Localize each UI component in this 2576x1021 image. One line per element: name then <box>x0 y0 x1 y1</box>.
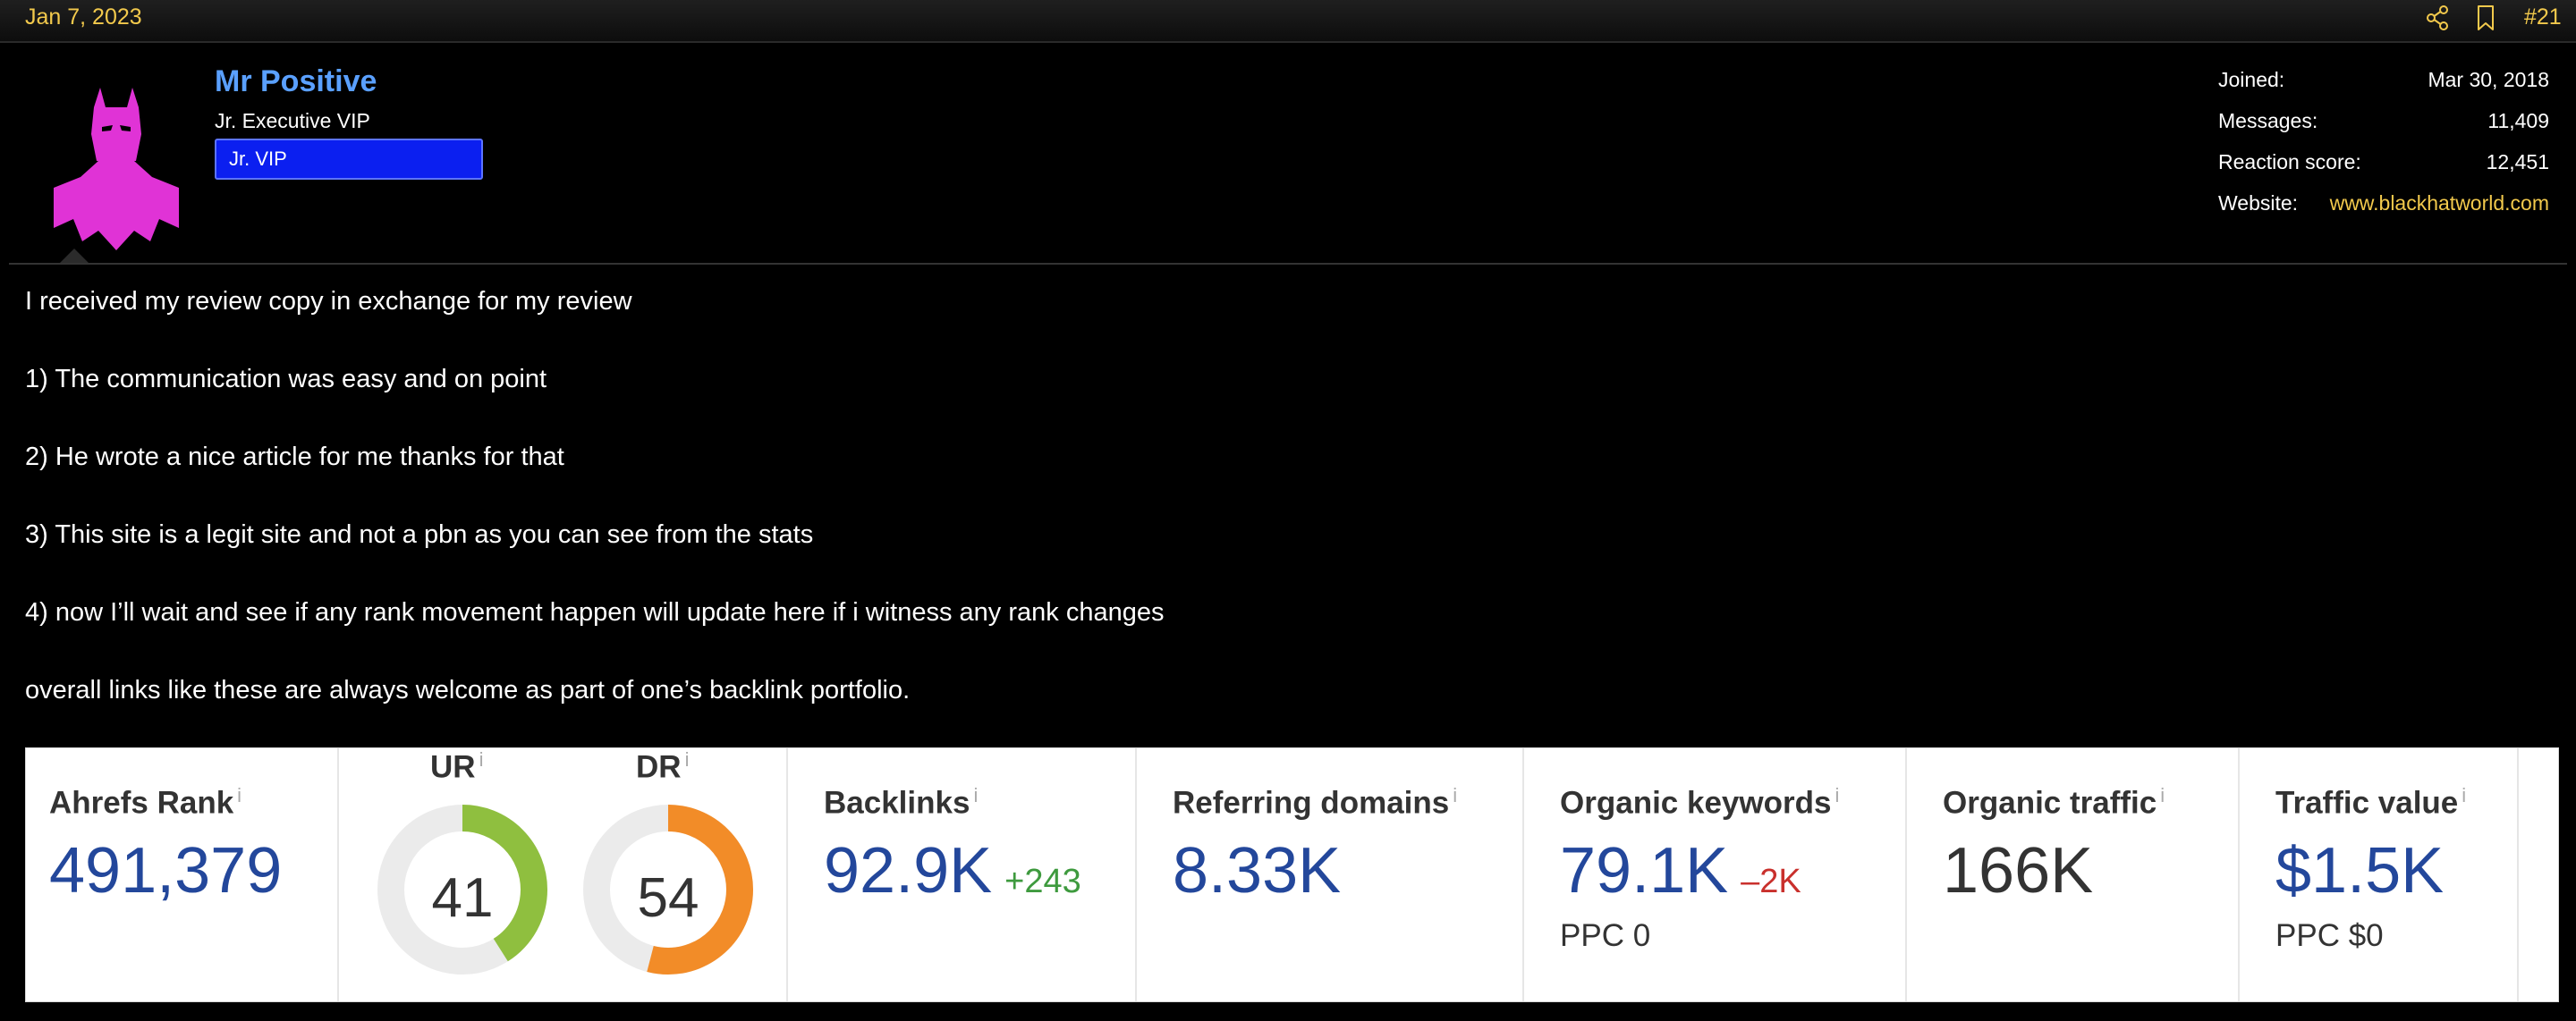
keywords-ppc: PPC 0 <box>1560 918 1651 953</box>
organic-keywords-value: 79.1K –2K <box>1560 834 1801 907</box>
ur-dr-cell: UR i 41 DR i 54 <box>339 748 788 1001</box>
info-icon: i <box>2160 784 2165 806</box>
ur-value: 41 <box>431 867 494 929</box>
bookmark-icon[interactable] <box>2472 2 2499 34</box>
info-icon: i <box>684 748 690 771</box>
referring-domains-value: 8.33K <box>1173 835 1342 907</box>
label-text: Referring domains <box>1173 785 1450 821</box>
ur-label: UR i <box>430 748 483 786</box>
user-rank-banner: Jr. VIP <box>215 139 483 180</box>
label-text: Ahrefs Rank <box>49 785 234 821</box>
info-icon: i <box>1835 784 1840 806</box>
stat-value[interactable]: 12,451 <box>2487 150 2549 174</box>
message-line: overall links like these are always welc… <box>25 676 911 705</box>
label-text: Organic traffic <box>1943 785 2157 821</box>
post-date[interactable]: Jan 7, 2023 <box>25 4 142 30</box>
backlinks-delta: +243 <box>1004 863 1081 900</box>
website-link[interactable]: www.blackhatworld.com <box>2330 191 2549 215</box>
stat-label: Messages: <box>2218 109 2318 132</box>
avatar[interactable] <box>45 72 188 268</box>
stat-website: Website: www.blackhatworld.com <box>2218 191 2549 232</box>
backlinks-cell: Backlinks i 92.9K +243 <box>788 748 1137 1001</box>
ahrefs-rank-value: 491,379 <box>49 835 283 907</box>
referring-domains-cell: Referring domains i 8.33K <box>1137 748 1524 1001</box>
user-info-block: Mr Positive Jr. Executive VIP Jr. VIP Jo… <box>9 45 2567 265</box>
message-line: 4) now I’ll wait and see if any rank mov… <box>25 598 1165 627</box>
user-stats: Joined: Mar 30, 2018 Messages: 11,409 Re… <box>2218 68 2549 232</box>
ur-gauge: UR i 41 <box>375 748 550 977</box>
stat-reaction-score: Reaction score: 12,451 <box>2218 150 2549 191</box>
username-link[interactable]: Mr Positive <box>215 64 377 99</box>
traffic-value-ppc: PPC $0 <box>2275 918 2384 953</box>
message-line: 2) He wrote a nice article for me thanks… <box>25 443 564 471</box>
stat-label: Joined: <box>2218 68 2285 91</box>
ahrefs-rank-label: Ahrefs Rank i <box>49 784 242 822</box>
user-rank-banner-label: Jr. VIP <box>229 148 287 170</box>
label-text: Traffic value <box>2275 785 2459 821</box>
referring-domains-label: Referring domains i <box>1173 784 1457 822</box>
traffic-value-value: $1.5K <box>2275 835 2445 907</box>
ahrefs-stats-image: Ahrefs Rank i 491,379 UR i 41 DR i 54 Backl… <box>25 747 2559 1002</box>
organic-traffic-cell: Organic traffic i 166K <box>1907 748 2240 1001</box>
info-icon: i <box>2462 784 2467 806</box>
info-icon: i <box>1453 784 1458 806</box>
post-number-link[interactable]: #21 <box>2524 4 2562 30</box>
user-title: Jr. Executive VIP <box>215 109 370 132</box>
share-icon[interactable] <box>2424 2 2451 34</box>
label-text: Organic keywords <box>1560 785 1832 821</box>
organic-keywords-cell: Organic keywords i 79.1K –2K PPC 0 <box>1524 748 1907 1001</box>
dr-label: DR i <box>636 748 689 786</box>
backlinks-value: 92.9K +243 <box>824 834 1081 907</box>
label-text: Backlinks <box>824 785 970 821</box>
info-icon: i <box>237 784 242 806</box>
post-header: Jan 7, 2023 #21 <box>0 0 2576 43</box>
keywords-number: 79.1K <box>1560 835 1729 907</box>
stat-joined: Joined: Mar 30, 2018 <box>2218 68 2549 109</box>
stat-value[interactable]: 11,409 <box>2487 109 2549 133</box>
backlinks-label: Backlinks i <box>824 784 978 822</box>
traffic-value-label: Traffic value i <box>2275 784 2466 822</box>
stat-label: Website: <box>2218 191 2299 215</box>
stat-value: Mar 30, 2018 <box>2428 68 2549 91</box>
traffic-value-cell: Traffic value i $1.5K PPC $0 <box>2240 748 2519 1001</box>
label-text: DR <box>636 749 682 785</box>
backlinks-number: 92.9K <box>824 835 993 907</box>
info-icon: i <box>973 784 979 806</box>
dr-gauge: DR i 54 <box>580 748 756 977</box>
avatar-pointer <box>60 249 89 263</box>
stat-messages: Messages: 11,409 <box>2218 109 2549 150</box>
organic-keywords-label: Organic keywords i <box>1560 784 1839 822</box>
dr-value: 54 <box>637 867 699 929</box>
ahrefs-rank-cell: Ahrefs Rank i 491,379 <box>26 748 339 1001</box>
post-message: I received my review copy in exchange fo… <box>25 284 2529 751</box>
keywords-delta: –2K <box>1741 863 1801 900</box>
message-line: 3) This site is a legit site and not a p… <box>25 520 814 549</box>
stat-label: Reaction score: <box>2218 150 2361 173</box>
info-icon: i <box>479 748 484 771</box>
message-line: I received my review copy in exchange fo… <box>25 287 632 316</box>
label-text: UR <box>430 749 476 785</box>
message-line: 1) The communication was easy and on poi… <box>25 365 547 393</box>
organic-traffic-label: Organic traffic i <box>1943 784 2165 822</box>
organic-traffic-value: 166K <box>1943 835 2094 907</box>
